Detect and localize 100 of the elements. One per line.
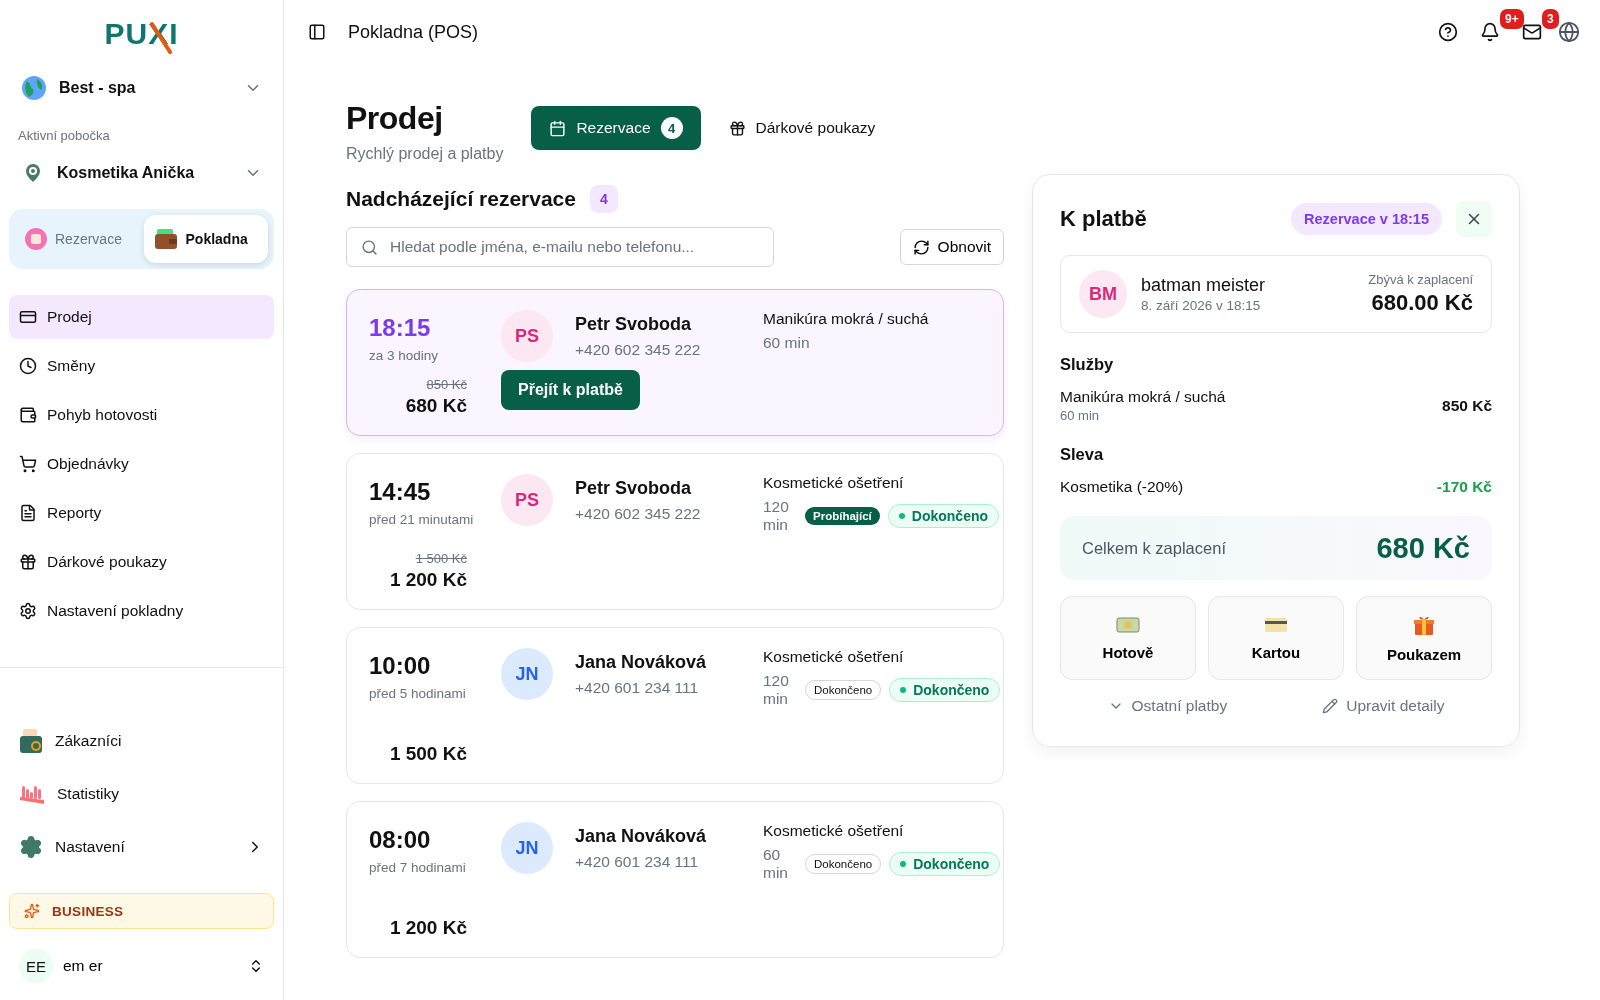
user-avatar: EE bbox=[19, 949, 53, 983]
nav-item[interactable]: Nastavení pokladny bbox=[9, 589, 274, 633]
gear-icon bbox=[19, 834, 43, 859]
cart-icon bbox=[19, 455, 37, 473]
list-count: 4 bbox=[590, 185, 618, 213]
customer-avatar: BM bbox=[1079, 270, 1127, 318]
payment-method-button[interactable]: Hotově bbox=[1060, 596, 1196, 680]
total-label: Celkem k zaplacení bbox=[1082, 538, 1226, 558]
nav-item[interactable]: Objednávky bbox=[9, 442, 274, 486]
service-duration: 120 min bbox=[763, 672, 790, 708]
other-payments-link[interactable]: Ostatní platby bbox=[1101, 696, 1234, 716]
help-button[interactable] bbox=[1438, 22, 1458, 42]
language-button[interactable] bbox=[1558, 21, 1580, 43]
report-icon bbox=[19, 504, 37, 522]
settings-icon bbox=[19, 602, 37, 620]
service-price: 850 Kč bbox=[1442, 396, 1492, 415]
section-title: Prodej bbox=[346, 100, 444, 137]
customer-avatar: JN bbox=[501, 648, 553, 700]
nav-item[interactable]: Reporty bbox=[9, 491, 274, 535]
page-title: Pokladna (POS) bbox=[348, 21, 480, 43]
service-name: Kosmetické ošetření bbox=[763, 648, 905, 666]
clock-icon bbox=[19, 357, 37, 375]
customer-name: Petr Svoboda bbox=[575, 314, 693, 335]
service-name: Kosmetické ošetření bbox=[763, 822, 905, 840]
workspace-name: Best - spa bbox=[59, 79, 137, 97]
total-amount: 680 Kč bbox=[1376, 531, 1470, 565]
relative-time: před 7 hodinami bbox=[369, 860, 467, 875]
status-badge: Dokončeno bbox=[889, 852, 1001, 876]
remaining-amount: 680.00 Kč bbox=[1370, 290, 1473, 316]
refresh-button[interactable]: Obnovit bbox=[899, 229, 1004, 265]
nav-item[interactable]: Statistiky bbox=[9, 767, 274, 820]
nav-item[interactable]: Pohyb hotovosti bbox=[9, 393, 274, 437]
pay-button[interactable]: Přejít k platbě bbox=[501, 370, 640, 410]
relative-time: za 3 hodiny bbox=[369, 348, 440, 363]
payment-method-button[interactable]: Kartou bbox=[1208, 596, 1344, 680]
customer-phone: +420 602 345 222 bbox=[575, 505, 702, 523]
reservation-time: 08:00 bbox=[369, 826, 432, 854]
service-name: Kosmetické ošetření bbox=[763, 474, 905, 492]
customer-name: batman meister bbox=[1141, 275, 1266, 296]
discount-amount: -170 Kč bbox=[1436, 478, 1492, 496]
reservation-time: 10:00 bbox=[369, 652, 432, 680]
service-duration: 60 min bbox=[763, 846, 789, 882]
tab[interactable]: Dárkové poukazy bbox=[710, 106, 894, 150]
sidebar-toggle-icon[interactable] bbox=[308, 23, 326, 41]
nav-item[interactable]: Směny bbox=[9, 344, 274, 388]
original-price: 1 500 Kč bbox=[414, 551, 467, 566]
search-field[interactable]: Hledat podle jména, e-mailu nebo telefonu... bbox=[346, 227, 774, 267]
edit-details-link[interactable]: Upravit detaily bbox=[1316, 696, 1451, 716]
price: 1 500 Kč bbox=[388, 743, 467, 765]
payment-method-button[interactable]: Poukazem bbox=[1356, 596, 1492, 680]
refresh-icon bbox=[912, 238, 930, 256]
search-icon bbox=[361, 238, 378, 256]
status-badge: Dokončeno bbox=[889, 678, 1001, 702]
branch-label: Aktivní pobočka bbox=[17, 127, 111, 145]
service-name: Manikúra mokrá / suchá bbox=[763, 310, 930, 328]
mode-tab[interactable]: Rezervace bbox=[15, 215, 140, 263]
nav-item[interactable]: Prodej bbox=[9, 295, 274, 339]
notifications-button[interactable] bbox=[1480, 22, 1500, 42]
tab[interactable]: Rezervace 4 bbox=[531, 106, 701, 150]
panel-title: K platbě bbox=[1060, 206, 1148, 232]
sparkle-icon bbox=[24, 903, 40, 919]
nav-item[interactable]: Dárkové poukazy bbox=[9, 540, 274, 584]
plan-name: BUSINESS bbox=[52, 903, 124, 919]
reservation-card[interactable]: 14:45 před 21 minutami 1 500 Kč 1 200 Kč PS Petr Svoboda +420 602 345 222 Kosmetické ošetření 120 min Probíhající Dokončeno bbox=[346, 453, 1004, 610]
service-duration: 60 min bbox=[763, 334, 810, 352]
reservation-card[interactable]: 08:00 před 7 hodinami 1 200 Kč JN Jana Nováková +420 601 234 111 Kosmetické ošetření 60 min Dokončeno Dokončeno bbox=[346, 801, 1004, 958]
reservation-date: 8. září 2026 v 18:15 bbox=[1141, 298, 1262, 313]
status-badge: Probíhající bbox=[805, 507, 880, 525]
reservation-card[interactable]: 18:15 za 3 hodiny 850 Kč 680 Kč PS Petr Svoboda +420 602 345 222 Manikúra mokrá / suchá 60 min Přejít k platbě bbox=[346, 289, 1004, 436]
reservation-time: 18:15 bbox=[369, 314, 432, 342]
user-menu[interactable]: EE em er bbox=[9, 943, 274, 989]
globe-icon bbox=[21, 75, 47, 101]
gift-icon bbox=[19, 553, 37, 571]
credit-card-icon bbox=[1264, 615, 1288, 634]
reservation-card[interactable]: 10:00 před 5 hodinami 1 500 Kč JN Jana Nováková +420 601 234 111 Kosmetické ošetření 120 min Dokončeno Dokončeno bbox=[346, 627, 1004, 784]
nav-item[interactable]: Nastavení bbox=[9, 820, 274, 873]
gift-icon bbox=[728, 119, 746, 137]
branch-name: Kosmetika Anička bbox=[57, 164, 196, 182]
discount-name: Kosmetika (-20%) bbox=[1060, 478, 1184, 496]
relative-time: před 5 hodinami bbox=[369, 686, 467, 701]
reservation-tag: Rezervace v 18:15 bbox=[1291, 203, 1442, 235]
price: 680 Kč bbox=[404, 395, 467, 417]
customer-phone: +420 601 234 111 bbox=[575, 679, 700, 697]
price: 1 200 Kč bbox=[388, 917, 467, 939]
relative-time: před 21 minutami bbox=[369, 512, 475, 527]
mode-tab[interactable]: Pokladna bbox=[143, 215, 268, 263]
price: 1 200 Kč bbox=[388, 569, 467, 591]
close-button[interactable] bbox=[1456, 201, 1492, 237]
banknote-icon bbox=[1116, 615, 1140, 634]
customer-avatar: PS bbox=[501, 474, 553, 526]
customer-avatar: PS bbox=[501, 310, 553, 362]
service-duration: 120 min bbox=[763, 498, 790, 534]
customer-phone: +420 602 345 222 bbox=[575, 341, 702, 359]
wallet-icon bbox=[19, 406, 37, 424]
tab-count: 4 bbox=[660, 117, 683, 139]
services-heading: Služby bbox=[1060, 355, 1115, 374]
folder-icon bbox=[19, 727, 43, 754]
section-subtitle: Rychlý prodej a platby bbox=[346, 145, 504, 163]
messages-button[interactable] bbox=[1522, 22, 1542, 42]
nav-item[interactable]: Zákazníci bbox=[9, 714, 274, 767]
